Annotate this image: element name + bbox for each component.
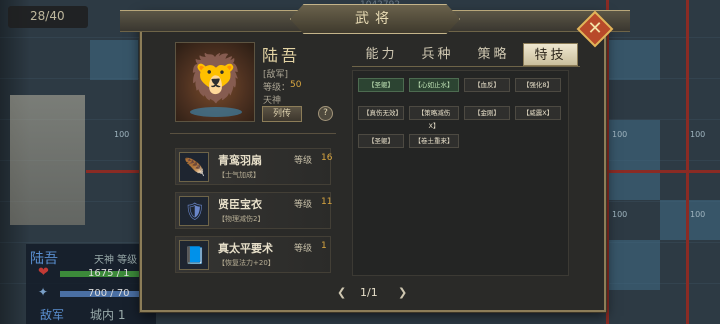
equipment-level-value: 16	[321, 153, 333, 163]
portrait-base	[190, 107, 242, 117]
equipment-name: 真太平要术	[218, 242, 273, 255]
map-border-line	[606, 0, 609, 324]
general-faction: [敌军]	[263, 70, 289, 80]
close-icon[interactable]: ✕	[582, 16, 608, 42]
equipment-level-label: 等级	[294, 244, 313, 254]
tab-troops[interactable]: 兵种	[410, 43, 465, 66]
unit-location: 城内 1	[90, 308, 126, 322]
skill-chip[interactable]: 【金刚】	[464, 106, 510, 120]
general-level-label: 等级：	[263, 83, 291, 93]
map-tile	[600, 120, 660, 200]
page-next-icon[interactable]: ❯	[398, 286, 407, 299]
general-level-value: 50	[290, 80, 302, 90]
equipment-level-label: 等级	[294, 200, 313, 210]
map-tile	[600, 240, 660, 290]
equipment-item[interactable]: 🪶 青鸾羽扇 等级 16 【士气加成】	[175, 148, 333, 185]
page-indicator: 1/1	[360, 286, 378, 299]
map-building	[10, 95, 85, 225]
map-tile	[600, 40, 660, 80]
skill-chip[interactable]: 【真伤无效】	[358, 106, 404, 120]
equipment-name: 青鸾羽扇	[218, 154, 262, 167]
turn-counter: 28/40	[8, 6, 88, 28]
skill-chip[interactable]: 【血反】	[464, 78, 510, 92]
tab-tactics[interactable]: 策略	[466, 43, 521, 66]
skill-chip[interactable]: 【心如止水】	[409, 78, 459, 92]
map-tile	[660, 200, 720, 240]
equipment-icon-frame: 🛡	[179, 196, 209, 226]
map-number: 100	[612, 210, 628, 219]
lion-beast-icon: 🦁	[187, 51, 245, 105]
mana-icon: ✦	[38, 285, 49, 299]
skill-chip[interactable]: 【强化8】	[515, 78, 561, 92]
equipment-effect: 【恢复法力+20】	[218, 259, 275, 267]
heart-icon: ❤	[38, 265, 49, 280]
general-class: 天神	[263, 96, 282, 106]
tab-underline	[352, 66, 580, 67]
map-number: 100	[114, 130, 130, 139]
map-border-line	[86, 170, 142, 173]
equipment-icon-frame: 📘	[179, 240, 209, 270]
equipment-name: 贤臣宝衣	[218, 198, 262, 211]
divider	[170, 133, 336, 134]
skill-chip[interactable]: 【策略减伤X】	[409, 106, 459, 130]
hp-text: 1675 / 1	[88, 268, 130, 279]
equipment-item[interactable]: 🛡 贤臣宝衣 等级 11 【物理减伤2】	[175, 192, 333, 229]
equipment-icon-frame: 🪶	[179, 152, 209, 182]
map-number: 100	[612, 130, 628, 139]
unit-faction: 敌军	[40, 308, 65, 322]
general-info-dialog: 武将 ✕ 🦁 陆吾 [敌军] 等级： 50 天神 列传 ? 🪶 青鸾羽扇 等级 …	[120, 4, 630, 312]
general-name: 陆吾	[262, 46, 301, 65]
equipment-level-value: 11	[321, 197, 333, 207]
map-border-line	[606, 170, 720, 173]
page-prev-icon[interactable]: ❮	[337, 286, 346, 299]
general-portrait[interactable]: 🦁	[175, 42, 255, 122]
armor-icon: 🛡	[184, 202, 206, 222]
help-button[interactable]: ?	[318, 106, 333, 121]
dialog-title: 武将	[355, 11, 395, 27]
tab-abilities[interactable]: 能力	[354, 43, 409, 66]
unit-info-panel[interactable]: 陆吾 天神 等级 ❤ 1675 / 1 ✦ 700 / 70 敌军 城内 1	[26, 244, 156, 324]
equipment-level-label: 等级	[294, 156, 313, 166]
map-border-line	[686, 0, 689, 324]
equipment-effect: 【士气加成】	[218, 171, 260, 179]
biography-button[interactable]: 列传	[262, 106, 302, 122]
map-tile	[90, 40, 138, 80]
skill-chip[interactable]: 【威震X】	[515, 106, 561, 120]
feather-fan-icon: 🪶	[184, 158, 206, 178]
equipment-level-value: 1	[321, 241, 327, 251]
skill-chip[interactable]: 【圣躯】	[358, 134, 404, 148]
mp-text: 700 / 70	[88, 288, 130, 299]
skills-panel: 【圣躯】 【心如止水】 【血反】 【强化8】 【真伤无效】 【策略减伤X】 【金…	[352, 70, 569, 276]
map-number: 100	[690, 130, 706, 139]
equipment-item[interactable]: 📘 真太平要术 等级 1 【恢复法力+20】	[175, 236, 331, 273]
equipment-effect: 【物理减伤2】	[218, 215, 265, 223]
tab-skills[interactable]: 特技	[523, 43, 578, 66]
skill-chip[interactable]: 【卷土重来】	[409, 134, 459, 148]
skill-chip[interactable]: 【圣躯】	[358, 78, 404, 92]
book-icon: 📘	[184, 246, 206, 266]
unit-type: 天神 等级	[94, 255, 138, 266]
map-number: 100	[690, 210, 706, 219]
